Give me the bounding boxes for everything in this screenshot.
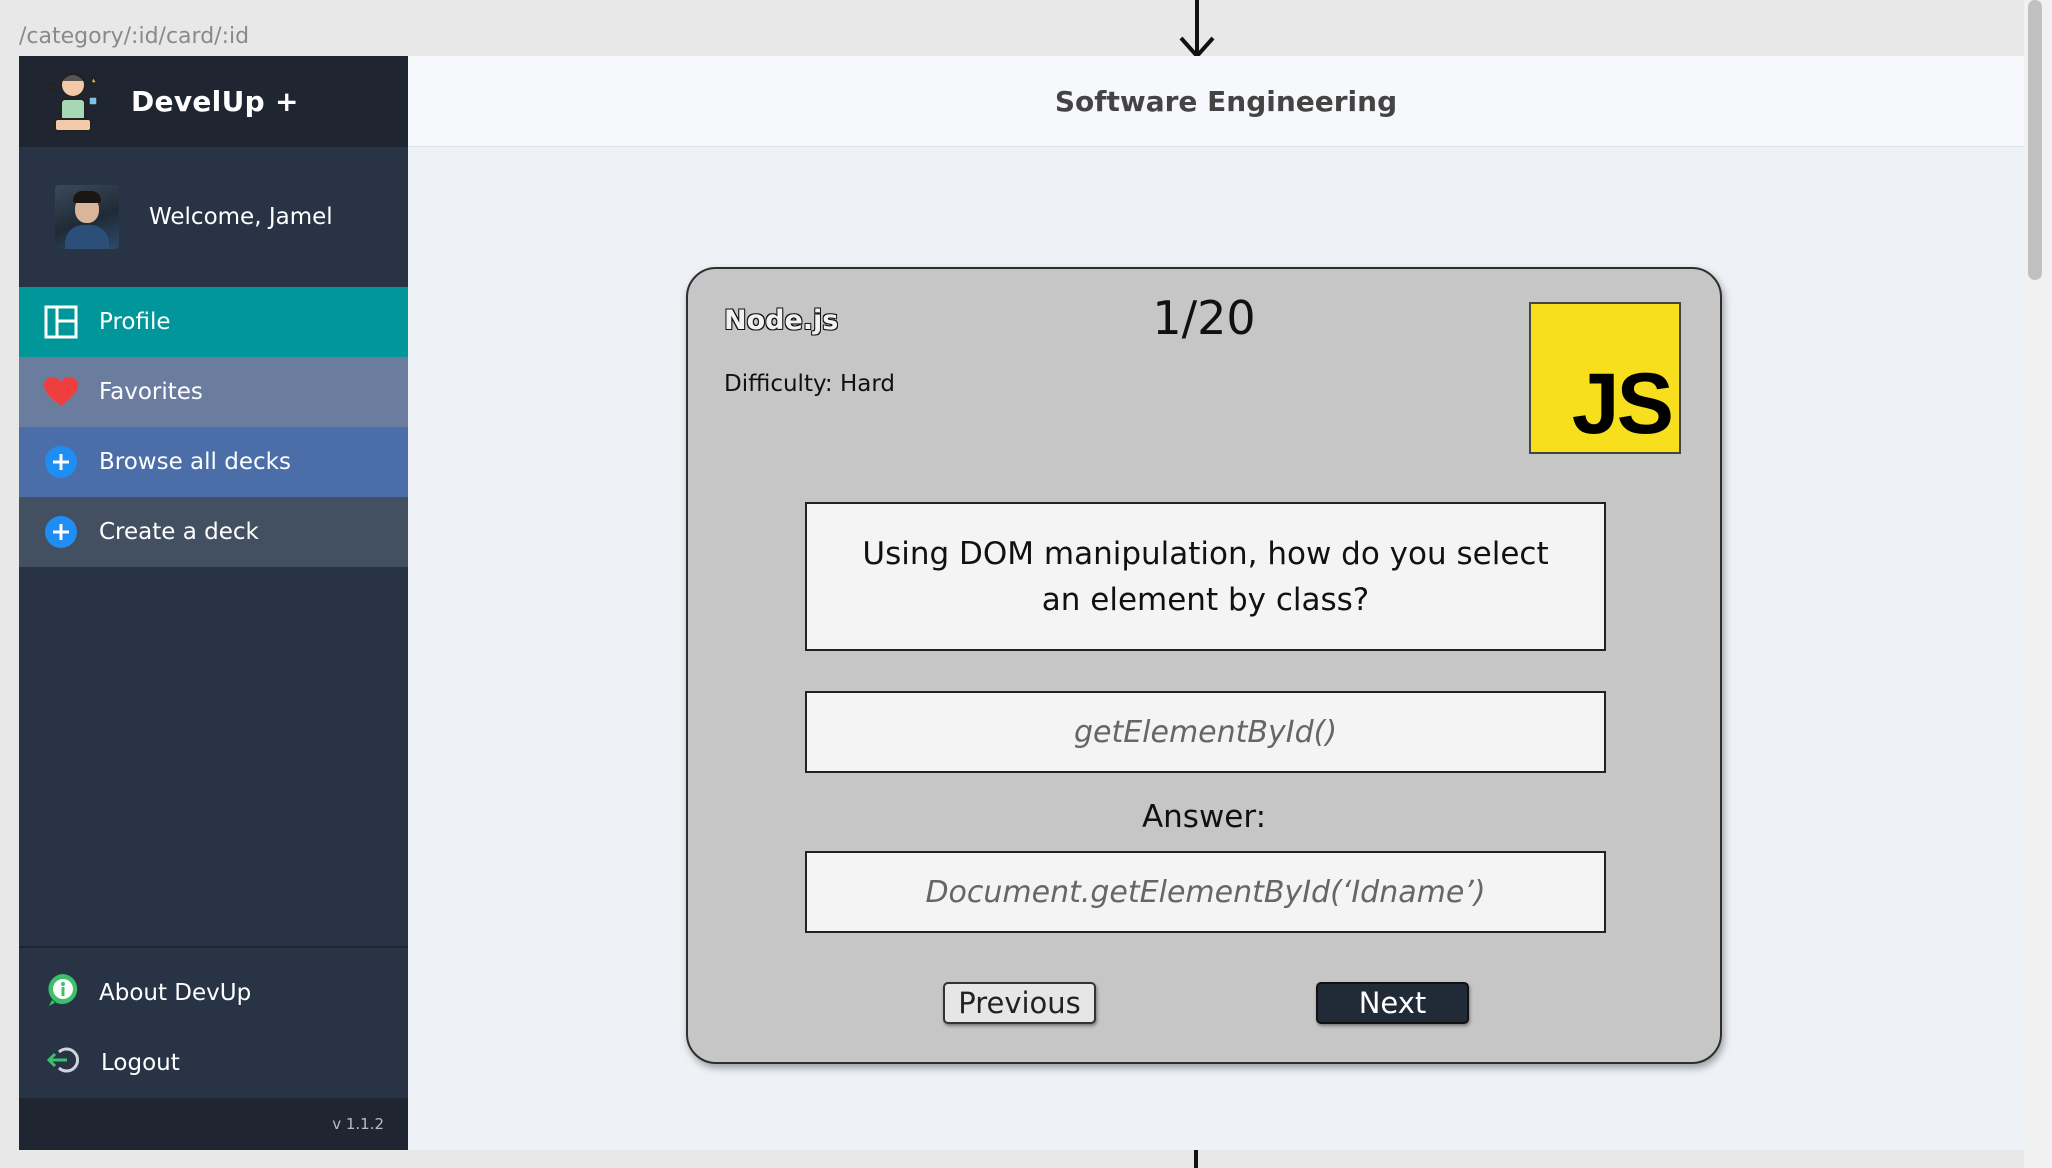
version-label: v 1.1.2: [332, 1115, 384, 1133]
badge-label: JS: [1571, 356, 1674, 452]
layout-icon: [43, 304, 79, 340]
nav-item-about[interactable]: About DevUp: [19, 958, 408, 1028]
plus-circle-icon: [43, 514, 79, 550]
answer-label: Answer:: [1141, 799, 1267, 835]
javascript-logo-icon: JS: [1529, 302, 1681, 454]
app-window: DevelUp + Welcome, Jamel Profile Favorit…: [19, 56, 2024, 1150]
nav-label: About DevUp: [99, 980, 252, 1006]
route-label: /category/:id/card/:id: [19, 24, 250, 49]
nav-label: Logout: [101, 1050, 180, 1076]
next-button[interactable]: Next: [1316, 982, 1469, 1024]
nav-item-favorites[interactable]: Favorites: [19, 357, 408, 427]
question-box: Using DOM manipulation, how do you selec…: [805, 502, 1606, 651]
developer-mascot-icon: [46, 71, 99, 132]
logout-icon: [46, 1046, 81, 1080]
main-content: Software Engineering Node.js Difficulty:…: [408, 56, 2024, 1150]
nav-label: Browse all decks: [99, 449, 291, 475]
info-icon: [47, 973, 79, 1013]
nav-item-profile[interactable]: Profile: [19, 287, 408, 357]
arrow-down-icon: [1179, 0, 1215, 60]
nav-label: Profile: [99, 309, 171, 335]
nav-item-browse-decks[interactable]: Browse all decks: [19, 427, 408, 497]
question-text: Using DOM manipulation, how do you selec…: [862, 535, 1549, 618]
sidebar: DevelUp + Welcome, Jamel Profile Favorit…: [19, 56, 408, 1150]
topbar: Software Engineering: [408, 56, 2024, 147]
guess-placeholder: getElementById(): [1073, 714, 1338, 750]
welcome-text: Welcome, Jamel: [149, 204, 333, 230]
version-bar: v 1.1.2: [19, 1098, 408, 1150]
brand-name: DevelUp +: [131, 85, 299, 118]
scrollbar-thumb[interactable]: [2028, 0, 2042, 280]
answer-box: Document.getElementById(‘Idname’): [805, 851, 1606, 933]
connector-line: [1194, 1150, 1198, 1168]
user-welcome: Welcome, Jamel: [19, 147, 408, 287]
avatar[interactable]: [55, 185, 119, 249]
guess-field[interactable]: getElementById(): [805, 691, 1606, 773]
plus-circle-icon: [43, 444, 79, 480]
heart-icon: [43, 374, 79, 410]
card-difficulty: Difficulty: Hard: [724, 371, 896, 397]
flashcard: Node.js Difficulty: Hard 1/20 JS Using D…: [686, 267, 1722, 1064]
previous-button[interactable]: Previous: [943, 982, 1096, 1024]
brand-header[interactable]: DevelUp +: [19, 56, 408, 147]
nav-item-logout[interactable]: Logout: [19, 1028, 408, 1098]
sidebar-footer-nav: About DevUp Logout: [19, 946, 408, 1098]
answer-text: Document.getElementById(‘Idname’): [925, 874, 1486, 910]
nav-label: Favorites: [99, 379, 203, 405]
page-title: Software Engineering: [1054, 84, 1398, 118]
nav-item-create-deck[interactable]: Create a deck: [19, 497, 408, 567]
nav-label: Create a deck: [99, 519, 259, 545]
